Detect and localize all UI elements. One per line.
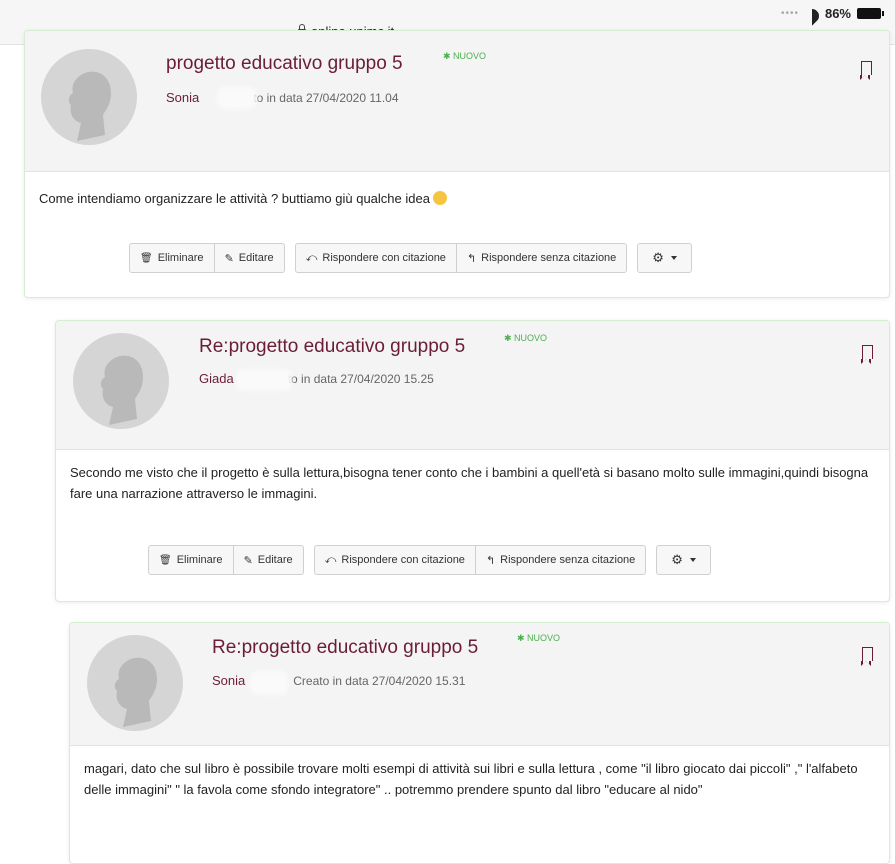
signal-icon: •••• [780, 8, 799, 19]
bookmark-icon[interactable] [861, 345, 873, 364]
reply-icon: ↰ [466, 252, 477, 265]
user-silhouette-icon [68, 71, 111, 141]
post-actions: 🗑 Eliminare ✎ Editare ⤺ Rispondere con cita… [129, 243, 692, 273]
trash-icon: 🗑 [140, 252, 153, 264]
post-body: Secondo me visto che il progetto è sulla… [56, 450, 884, 504]
avatar [73, 333, 169, 429]
forum-post: Re:progetto educativo gruppo 5 ✱ NUOVO S… [69, 622, 890, 864]
post-author[interactable]: Sonia [166, 90, 199, 105]
new-badge: ✱ NUOVO [504, 333, 548, 343]
reply-without-quote-button[interactable]: ↰ Rispondere senza citazione [456, 243, 628, 273]
post-header: Re:progetto educativo gruppo 5 ✱ NUOVO G… [56, 321, 889, 450]
new-badge: ✱ NUOVO [443, 51, 487, 61]
post-author[interactable]: Giada [199, 371, 234, 386]
post-author[interactable]: Sonia [212, 673, 245, 688]
avatar [41, 49, 137, 145]
bookmark-icon[interactable] [860, 61, 872, 80]
wifi-icon [805, 9, 819, 19]
delete-button[interactable]: 🗑 Eliminare [129, 243, 215, 273]
forum-post: Re:progetto educativo gruppo 5 ✱ NUOVO G… [55, 320, 890, 602]
post-text: Come intendiamo organizzare le attività … [39, 191, 430, 206]
redacted-surname [250, 671, 288, 695]
user-silhouette-icon [114, 657, 157, 727]
pencil-icon: ✎ [243, 554, 253, 567]
post-byline: Giada Creato in data 27/04/2020 15.25 [199, 371, 434, 386]
post-subject[interactable]: progetto educativo gruppo 5 [166, 53, 403, 75]
user-silhouette-icon [100, 355, 143, 425]
new-badge: ✱ NUOVO [517, 633, 561, 643]
reply-all-icon: ⤺ [305, 251, 318, 264]
gears-icon: ⚙ [671, 552, 683, 567]
post-text: magari, dato che sul libro è possibile t… [84, 761, 858, 797]
battery-icon [857, 8, 884, 19]
reply-with-quote-button[interactable]: ⤺ Rispondere con citazione [294, 243, 457, 273]
trash-icon: 🗑 [159, 554, 172, 566]
pencil-icon: ✎ [224, 252, 234, 265]
edit-button[interactable]: ✎ Editare [214, 243, 285, 273]
redacted-surname [217, 87, 257, 109]
device-status: •••• 86% [780, 6, 884, 21]
post-text: Secondo me visto che il progetto è sulla… [70, 465, 869, 501]
settings-dropdown-button[interactable]: ⚙ [656, 545, 711, 575]
smile-emoji-icon [432, 191, 447, 205]
post-body: Come intendiamo organizzare le attività … [25, 172, 889, 209]
reply-button-group: ⤺ Rispondere con citazione ↰ Rispondere se… [294, 243, 628, 273]
reply-all-icon: ⤺ [324, 553, 337, 566]
redacted-surname [236, 369, 292, 391]
post-subject[interactable]: Re:progetto educativo gruppo 5 [212, 637, 478, 659]
post-header: Re:progetto educativo gruppo 5 ✱ NUOVO S… [70, 623, 889, 746]
avatar [87, 635, 183, 731]
post-subject[interactable]: Re:progetto educativo gruppo 5 [199, 336, 465, 358]
reply-button-group: ⤺ Rispondere con citazione ↰ Rispondere se… [313, 545, 647, 575]
post-header: progetto educativo gruppo 5 ✱ NUOVO Soni… [25, 31, 889, 172]
forum-post: progetto educativo gruppo 5 ✱ NUOVO Soni… [24, 30, 890, 298]
chevron-down-icon [670, 256, 677, 260]
edit-button-group: 🗑 Eliminare ✎ Editare [148, 545, 304, 575]
reply-with-quote-button[interactable]: ⤺ Rispondere con citazione [313, 545, 476, 575]
bookmark-icon[interactable] [861, 647, 873, 666]
delete-button[interactable]: 🗑 Eliminare [148, 545, 234, 575]
gears-icon: ⚙ [652, 250, 664, 265]
settings-dropdown-button[interactable]: ⚙ [637, 243, 692, 273]
edit-button[interactable]: ✎ Editare [233, 545, 304, 575]
reply-without-quote-button[interactable]: ↰ Rispondere senza citazione [475, 545, 647, 575]
post-byline: Sonia Creato in data 27/04/2020 11.04 [166, 90, 399, 105]
reply-icon: ↰ [485, 554, 496, 567]
post-actions: 🗑 Eliminare ✎ Editare ⤺ Rispondere con cita… [148, 545, 711, 575]
chevron-down-icon [689, 558, 696, 562]
battery-percent: 86% [824, 6, 851, 21]
post-date: Creato in data 27/04/2020 15.31 [293, 674, 466, 688]
post-body: magari, dato che sul libro è possibile t… [70, 746, 888, 800]
edit-button-group: 🗑 Eliminare ✎ Editare [129, 243, 285, 273]
